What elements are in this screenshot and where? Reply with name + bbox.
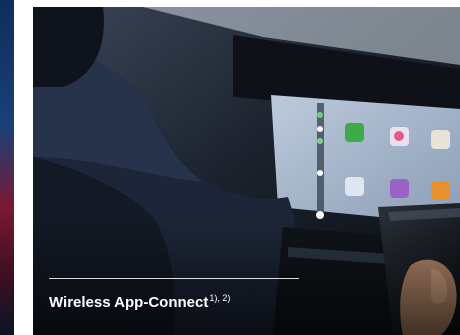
carplay-icon-orange (431, 181, 450, 200)
caption-footnotes: 1), 2) (209, 293, 231, 303)
car-interior-photo (33, 7, 460, 335)
carplay-icon-green (345, 123, 364, 142)
carplay-icon-photo (431, 130, 450, 149)
left-background-strip (0, 0, 14, 335)
feature-caption: Wireless App-Connect1), 2) (49, 288, 230, 313)
carplay-icon-blue (345, 177, 364, 196)
carplay-icon-purple (390, 179, 409, 198)
photo-card[interactable]: Wireless App-Connect1), 2) (33, 7, 460, 335)
caption-divider (49, 278, 299, 279)
caption-title: Wireless App-Connect (49, 294, 209, 311)
